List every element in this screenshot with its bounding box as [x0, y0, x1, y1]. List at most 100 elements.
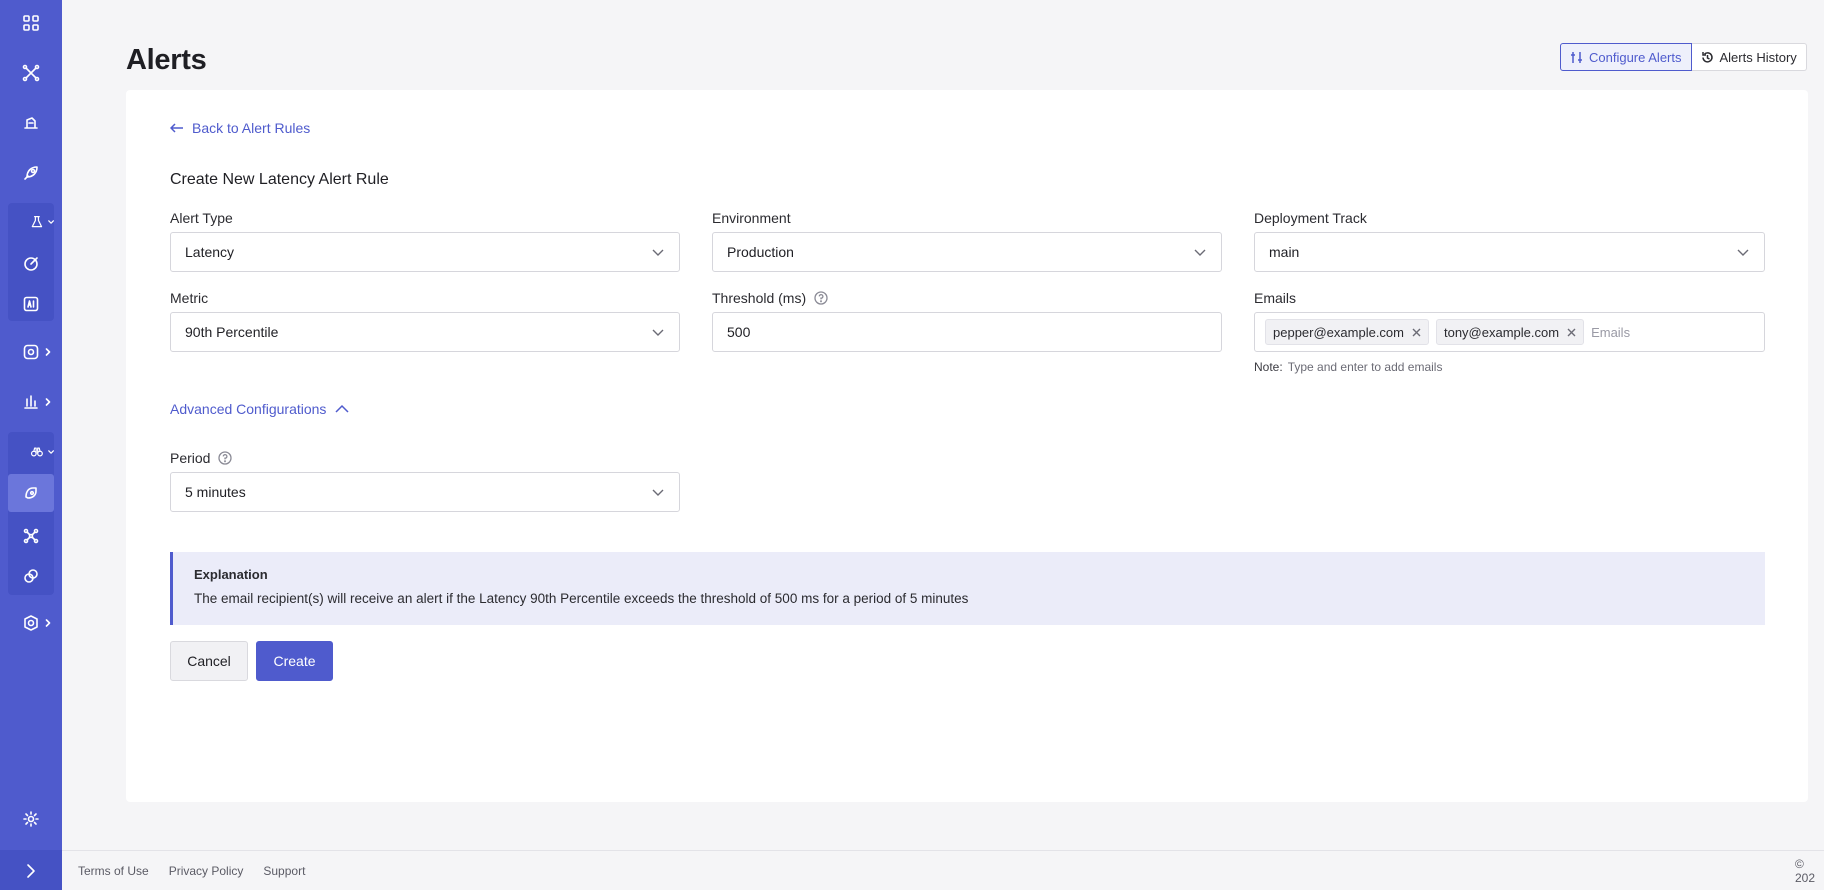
ai-icon — [23, 296, 39, 312]
chevron-right-icon — [45, 619, 51, 627]
back-link-label: Back to Alert Rules — [192, 120, 311, 136]
header-actions: Configure Alerts Alerts History — [1560, 43, 1807, 71]
chevron-down-icon — [1194, 249, 1206, 256]
chevron-right-icon — [27, 864, 35, 878]
alert-rule-card — [126, 90, 1808, 802]
sidebar-item-ai[interactable] — [8, 282, 54, 326]
alert-type-select[interactable]: Latency — [170, 232, 680, 272]
configure-alerts-label: Configure Alerts — [1589, 49, 1682, 65]
explanation-text: The email recipient(s) will receive an a… — [194, 591, 969, 606]
chevron-down-icon — [652, 489, 664, 496]
period-label-text: Period — [170, 450, 211, 466]
period-value: 5 minutes — [185, 484, 246, 500]
metric-value: 90th Percentile — [185, 324, 279, 340]
threshold-label-text: Threshold (ms) — [712, 290, 807, 306]
chevron-right-icon — [45, 398, 51, 406]
configure-alerts-button[interactable]: Configure Alerts — [1560, 43, 1692, 71]
sidebar-expand-button[interactable] — [0, 853, 62, 889]
email-chip-label: pepper@example.com — [1273, 324, 1404, 340]
grid-icon — [23, 15, 39, 31]
help-icon[interactable] — [814, 291, 828, 305]
form-title: Create New Latency Alert Rule — [170, 171, 389, 188]
sidebar-item-test-console[interactable] — [8, 242, 54, 286]
deployment-track-value: main — [1269, 244, 1300, 260]
chevron-up-icon — [335, 404, 349, 413]
threshold-field[interactable] — [712, 312, 1222, 352]
emails-label: Emails — [1254, 290, 1296, 306]
deployment-track-select[interactable]: main — [1254, 232, 1765, 272]
flask-icon — [31, 216, 43, 228]
chevron-down-icon — [652, 249, 664, 256]
close-icon[interactable] — [1412, 328, 1421, 337]
arrow-left-icon — [170, 123, 183, 133]
rocket-icon — [24, 166, 38, 180]
sidebar-item-alerts[interactable] — [8, 474, 54, 512]
sidebar-item-integrations[interactable] — [8, 554, 54, 598]
email-chip: pepper@example.com — [1265, 319, 1429, 345]
sidebar-item-rocket[interactable] — [0, 151, 62, 195]
gear-icon — [23, 811, 39, 827]
environment-select[interactable]: Production — [712, 232, 1222, 272]
sidebar — [0, 0, 62, 890]
binoculars-icon — [30, 447, 43, 457]
copyright: © 202 — [1795, 856, 1816, 885]
sidebar-item-monitor[interactable] — [8, 430, 54, 474]
explanation-panel: Explanation The email recipient(s) will … — [170, 552, 1765, 625]
advanced-configurations-toggle[interactable]: Advanced Configurations — [170, 401, 350, 417]
alert-type-label-text: Alert Type — [170, 210, 233, 226]
network-icon — [23, 528, 39, 544]
sidebar-item-components[interactable] — [0, 51, 62, 95]
settings-cog-icon — [23, 344, 39, 360]
sidebar-item-test[interactable] — [8, 200, 54, 244]
history-icon — [1701, 51, 1713, 63]
chevron-down-icon — [652, 329, 664, 336]
email-chip-label: tony@example.com — [1443, 324, 1560, 340]
emails-field[interactable]: pepper@example.com tony@example.com — [1254, 312, 1765, 352]
link-icon — [24, 569, 38, 583]
support-link[interactable]: Support — [263, 864, 305, 878]
emails-label-text: Emails — [1254, 290, 1297, 306]
note-label: Note: — [1254, 360, 1283, 374]
emails-note: Note: Type and enter to add emails — [1254, 360, 1442, 374]
sidebar-item-deploy[interactable] — [0, 101, 62, 145]
back-to-alert-rules-link[interactable]: Back to Alert Rules — [170, 120, 310, 136]
target-icon — [24, 257, 38, 271]
email-chip: tony@example.com — [1435, 319, 1585, 345]
metric-label: Metric — [170, 290, 208, 306]
bar-chart-icon — [24, 395, 38, 409]
chevron-down-icon — [47, 450, 54, 454]
period-select[interactable]: 5 minutes — [170, 472, 680, 512]
deploy-icon — [24, 117, 38, 129]
threshold-input[interactable] — [727, 324, 1207, 340]
admin-icon — [24, 615, 38, 631]
sidebar-item-insights[interactable] — [0, 380, 62, 424]
terms-link[interactable]: Terms of Use — [78, 864, 149, 878]
footer: Terms of Use Privacy Policy Support © 20… — [62, 850, 1824, 890]
metric-select[interactable]: 90th Percentile — [170, 312, 680, 352]
period-label: Period — [170, 450, 233, 466]
alert-type-label: Alert Type — [170, 210, 233, 226]
alerts-icon — [25, 487, 37, 499]
privacy-link[interactable]: Privacy Policy — [169, 864, 244, 878]
create-button[interactable]: Create — [256, 641, 333, 681]
sidebar-item-observability[interactable] — [0, 330, 62, 374]
sidebar-item-tracing[interactable] — [8, 514, 54, 558]
alerts-history-button[interactable]: Alerts History — [1691, 43, 1807, 71]
chevron-down-icon — [1737, 249, 1749, 256]
chevron-right-icon — [45, 348, 51, 356]
cancel-button[interactable]: Cancel — [170, 641, 248, 681]
deployment-track-label: Deployment Track — [1254, 210, 1367, 226]
sliders-icon — [1571, 51, 1582, 63]
alerts-history-label: Alerts History — [1719, 49, 1797, 65]
sidebar-item-home[interactable] — [0, 1, 62, 45]
environment-label: Environment — [712, 210, 791, 226]
sidebar-item-settings[interactable] — [0, 797, 62, 841]
close-icon[interactable] — [1567, 328, 1576, 337]
components-icon — [22, 64, 40, 82]
sidebar-item-admin[interactable] — [0, 601, 62, 645]
emails-input[interactable] — [1591, 324, 1754, 340]
environment-value: Production — [727, 244, 794, 260]
page-title: Alerts — [126, 44, 207, 76]
deployment-track-label-text: Deployment Track — [1254, 210, 1367, 226]
help-icon[interactable] — [218, 451, 233, 465]
